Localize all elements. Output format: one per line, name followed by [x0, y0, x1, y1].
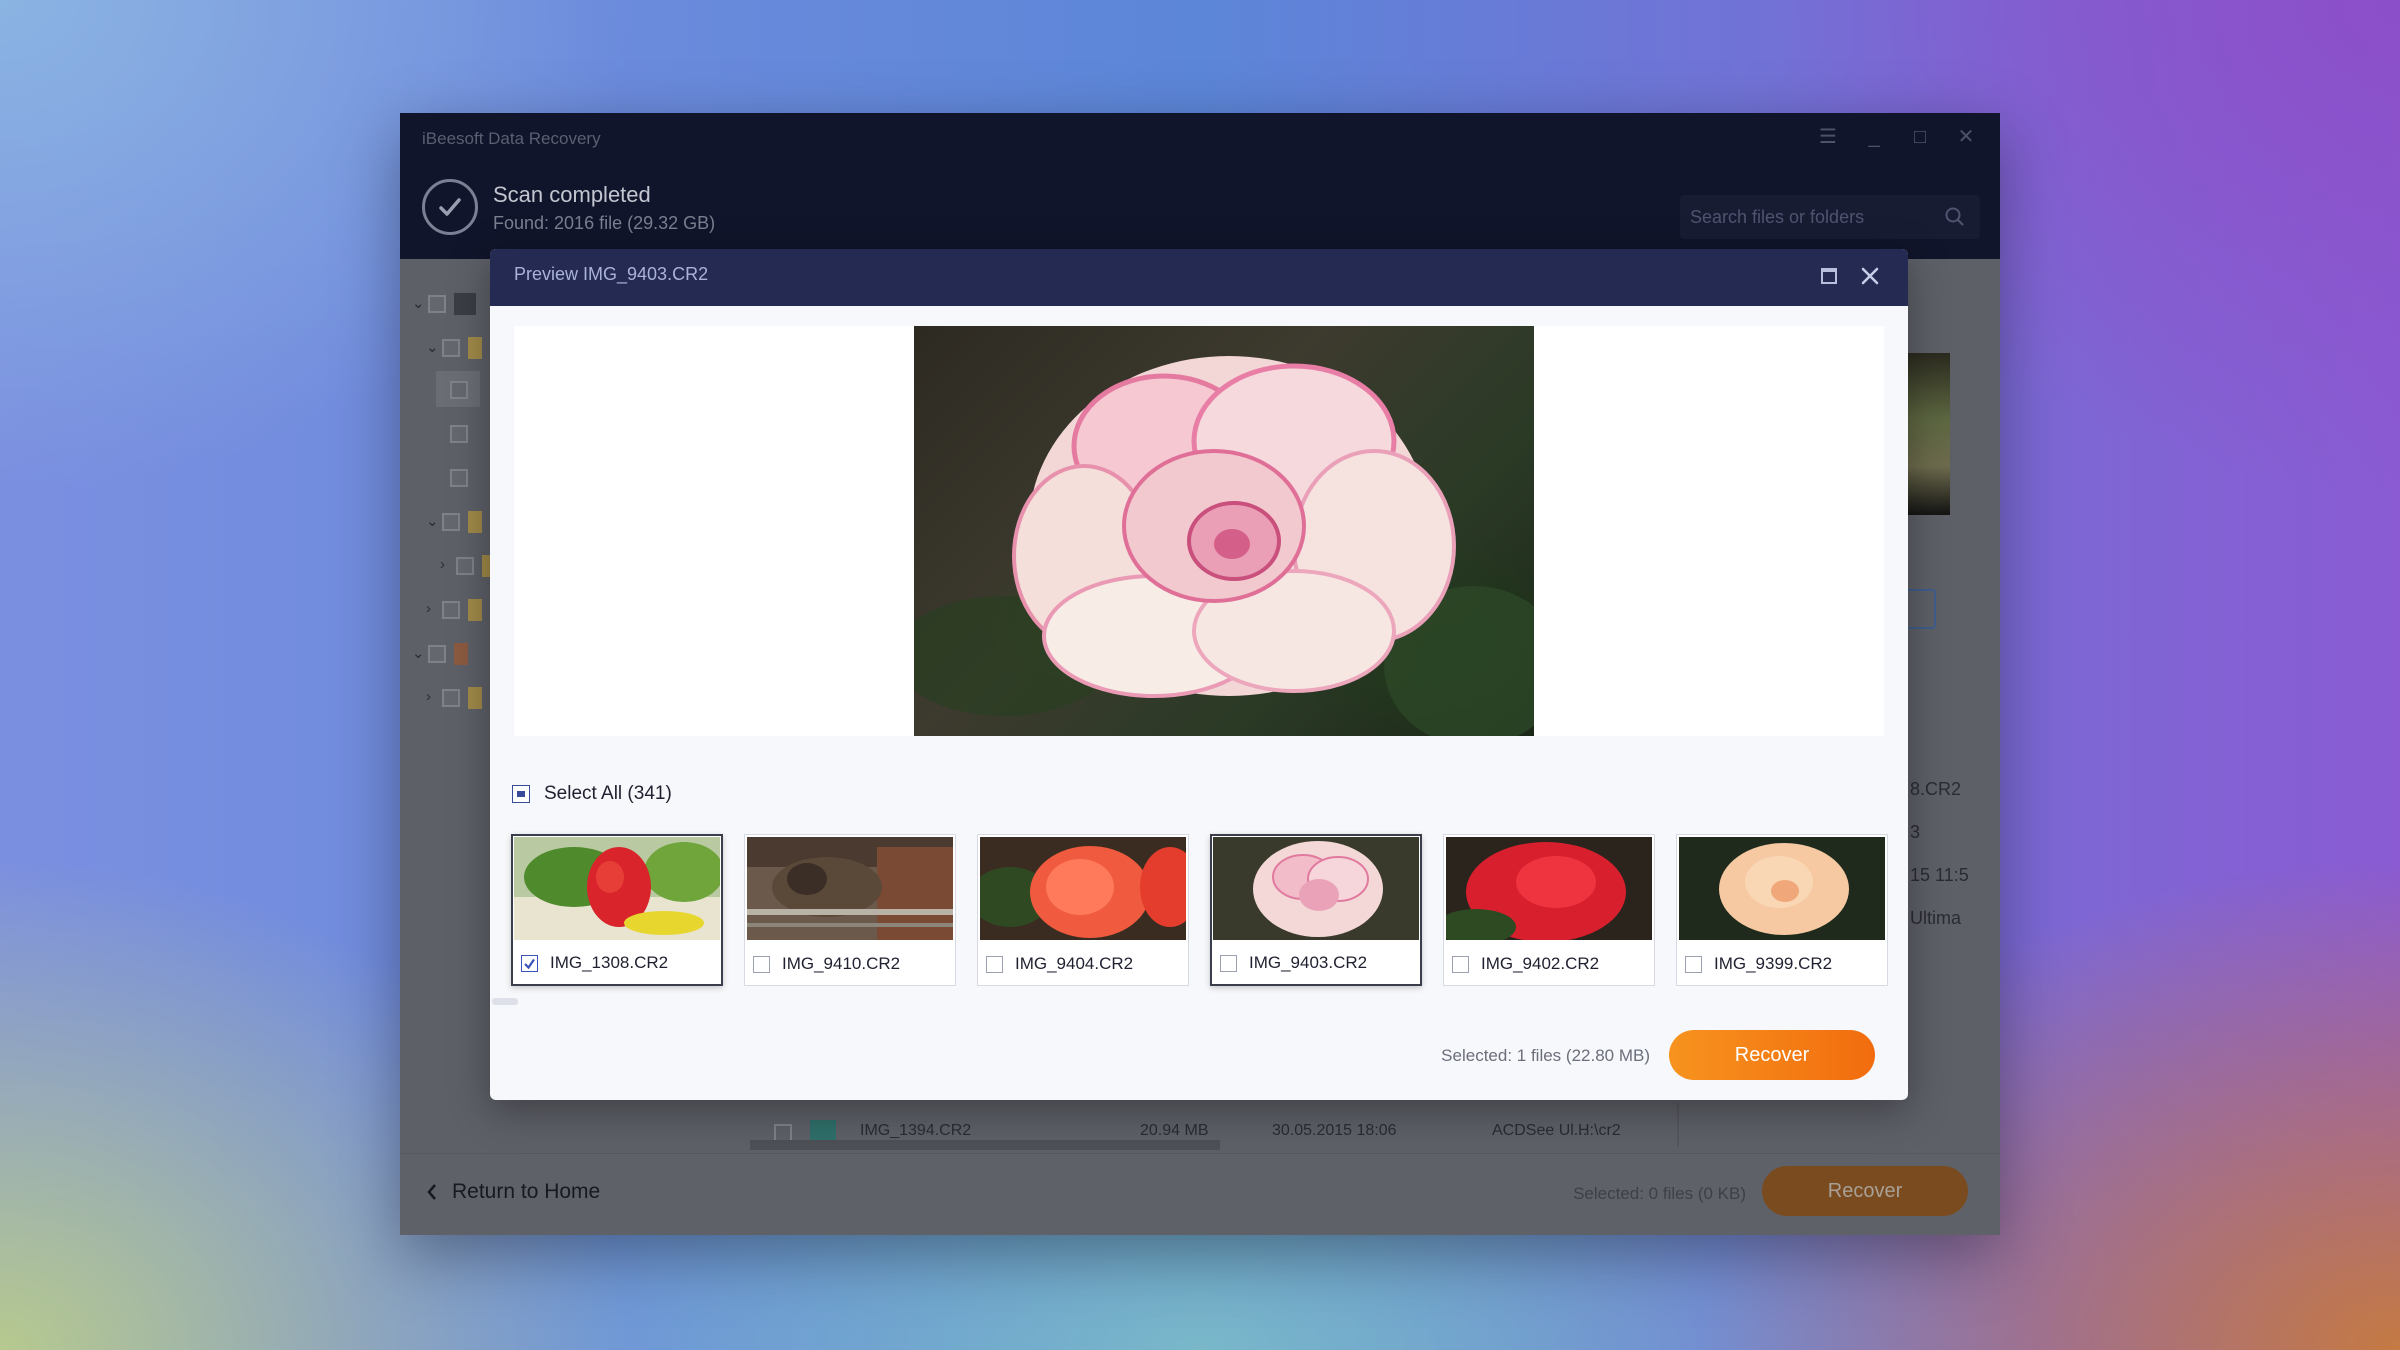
search-icon[interactable]: [1944, 206, 1966, 228]
detail-thumbnail: [1908, 353, 1950, 515]
thumbnail-card[interactable]: IMG_9403.CR2: [1210, 834, 1422, 986]
image-file-icon: [810, 1120, 836, 1142]
detail-app: Ultima: [1910, 908, 1962, 928]
modal-recover-button[interactable]: Recover: [1669, 1030, 1875, 1080]
row-size: 20.94 MB: [1140, 1122, 1209, 1139]
maximize-icon[interactable]: □: [1910, 127, 1930, 147]
close-icon[interactable]: ✕: [1956, 127, 1976, 147]
chevron-down-icon[interactable]: ⌄: [412, 294, 425, 312]
thumbnail-image: [1446, 837, 1652, 940]
preview-area: [514, 326, 1884, 736]
scan-status-title: Scan completed: [493, 182, 651, 207]
search-box: [1680, 195, 1980, 239]
thumbnail-card[interactable]: IMG_9402.CR2: [1443, 834, 1655, 986]
chevron-right-icon[interactable]: ›: [426, 688, 431, 705]
modal-title: Preview IMG_9403.CR2: [514, 264, 709, 284]
thumbnail-scrollbar[interactable]: [492, 998, 518, 1005]
thumbnail-checkbox[interactable]: [1452, 955, 1469, 973]
tree-checkbox[interactable]: [442, 601, 460, 619]
thumbnail-card[interactable]: IMG_1308.CR2: [511, 834, 723, 986]
tree-checkbox[interactable]: [450, 425, 468, 443]
thumbnail-label: IMG_9410.CR2: [782, 954, 901, 973]
chevron-down-icon[interactable]: ⌄: [426, 512, 439, 530]
detail-date: 15 11:5: [1910, 865, 1969, 885]
row-date: 30.05.2015 18:06: [1272, 1122, 1397, 1139]
thumbnail-image: [1679, 837, 1885, 940]
horizontal-scrollbar[interactable]: [750, 1140, 1220, 1150]
thumbnail-label: IMG_9399.CR2: [1714, 954, 1833, 973]
tree-checkbox[interactable]: [450, 381, 468, 399]
app-footer: Return to Home Selected: 0 files (0 KB) …: [400, 1153, 2000, 1235]
folder-icon: [468, 337, 482, 359]
chevron-left-icon: [427, 1184, 436, 1200]
tree-checkbox[interactable]: [442, 689, 460, 707]
file-list-row[interactable]: IMG_1394.CR2 20.94 MB 30.05.2015 18:06 A…: [748, 1116, 1628, 1142]
drive-icon: [454, 293, 476, 315]
thumbnail-label: IMG_9404.CR2: [1015, 954, 1134, 973]
tree-checkbox[interactable]: [450, 469, 468, 487]
thumbnail-image: [747, 837, 953, 940]
thumbnail-checkbox[interactable]: [521, 954, 538, 972]
thumbnail-image: [1213, 837, 1419, 940]
thumbnail-label: IMG_9403.CR2: [1249, 953, 1368, 972]
tree-checkbox[interactable]: [428, 295, 446, 313]
modal-header: Preview IMG_9403.CR2: [490, 249, 1908, 306]
thumbnail-card[interactable]: IMG_9410.CR2: [744, 834, 956, 986]
maximize-icon[interactable]: [1821, 268, 1837, 284]
tree-checkbox[interactable]: [456, 557, 474, 575]
thumbnail-checkbox[interactable]: [986, 955, 1003, 973]
preview-image: [914, 326, 1534, 736]
close-icon[interactable]: [1858, 264, 1882, 288]
app-title: iBeesoft Data Recovery: [422, 129, 601, 148]
minimize-icon[interactable]: _: [1864, 127, 1884, 147]
detail-filename: 8.CR2: [1910, 779, 1962, 799]
scan-status-subtitle: Found: 2016 file (29.32 GB): [493, 213, 716, 233]
search-input[interactable]: [1690, 201, 1930, 233]
select-all-checkbox[interactable]: Select All (341): [512, 783, 672, 805]
tree-checkbox[interactable]: [428, 645, 446, 663]
app-header: iBeesoft Data Recovery ☰ _ □ ✕ Scan comp…: [400, 113, 2000, 259]
thumbnail-card[interactable]: IMG_9404.CR2: [977, 834, 1189, 986]
tree-checkbox[interactable]: [442, 339, 460, 357]
thumbnail-checkbox[interactable]: [753, 955, 770, 973]
thumbnail-label: IMG_9402.CR2: [1481, 954, 1600, 973]
chevron-down-icon[interactable]: ⌄: [412, 644, 425, 662]
chevron-right-icon[interactable]: ›: [440, 556, 445, 573]
folder-icon: [468, 599, 482, 621]
detail-button-outline[interactable]: [1908, 589, 1936, 629]
detail-size: 3: [1910, 822, 1921, 842]
thumbnail-checkbox[interactable]: [1685, 955, 1702, 973]
modal-selected-count: Selected: 1 files (22.80 MB): [1441, 1046, 1650, 1065]
folder-icon: [454, 643, 468, 665]
chevron-down-icon[interactable]: ⌄: [426, 338, 439, 356]
divider: [1677, 1103, 1679, 1147]
row-filename: IMG_1394.CR2: [860, 1122, 972, 1139]
tree-checkbox[interactable]: [442, 513, 460, 531]
return-home-link[interactable]: Return to Home: [426, 1180, 600, 1204]
window-controls: ☰ _ □ ✕: [1818, 127, 1976, 147]
menu-icon[interactable]: ☰: [1818, 127, 1838, 147]
footer-recover-button[interactable]: Recover: [1762, 1166, 1968, 1216]
row-path: H:\cr2: [1578, 1122, 1621, 1139]
thumbnail-image: [980, 837, 1186, 940]
select-all-label: Select All (341): [544, 783, 672, 804]
row-app: ACDSee Ul...: [1492, 1122, 1588, 1139]
select-all-box[interactable]: [512, 785, 530, 803]
thumbnail-image: [514, 837, 720, 940]
chevron-right-icon[interactable]: ›: [426, 600, 431, 617]
thumbnail-card[interactable]: IMG_9399.CR2: [1676, 834, 1888, 986]
thumbnail-checkbox[interactable]: [1220, 954, 1237, 972]
thumbnail-strip: IMG_1308.CR2 IMG_9410.CR2 IMG_9404.CR2 I…: [511, 834, 1891, 986]
check-circle-icon: [422, 179, 478, 235]
folder-icon: [468, 687, 482, 709]
footer-selected-count: Selected: 0 files (0 KB): [1573, 1184, 1746, 1203]
return-home-label: Return to Home: [452, 1180, 601, 1203]
preview-modal: Preview IMG_9403.CR2 Select All (341) IM…: [490, 249, 1908, 1100]
thumbnail-label: IMG_1308.CR2: [550, 953, 669, 972]
folder-icon: [468, 511, 482, 533]
